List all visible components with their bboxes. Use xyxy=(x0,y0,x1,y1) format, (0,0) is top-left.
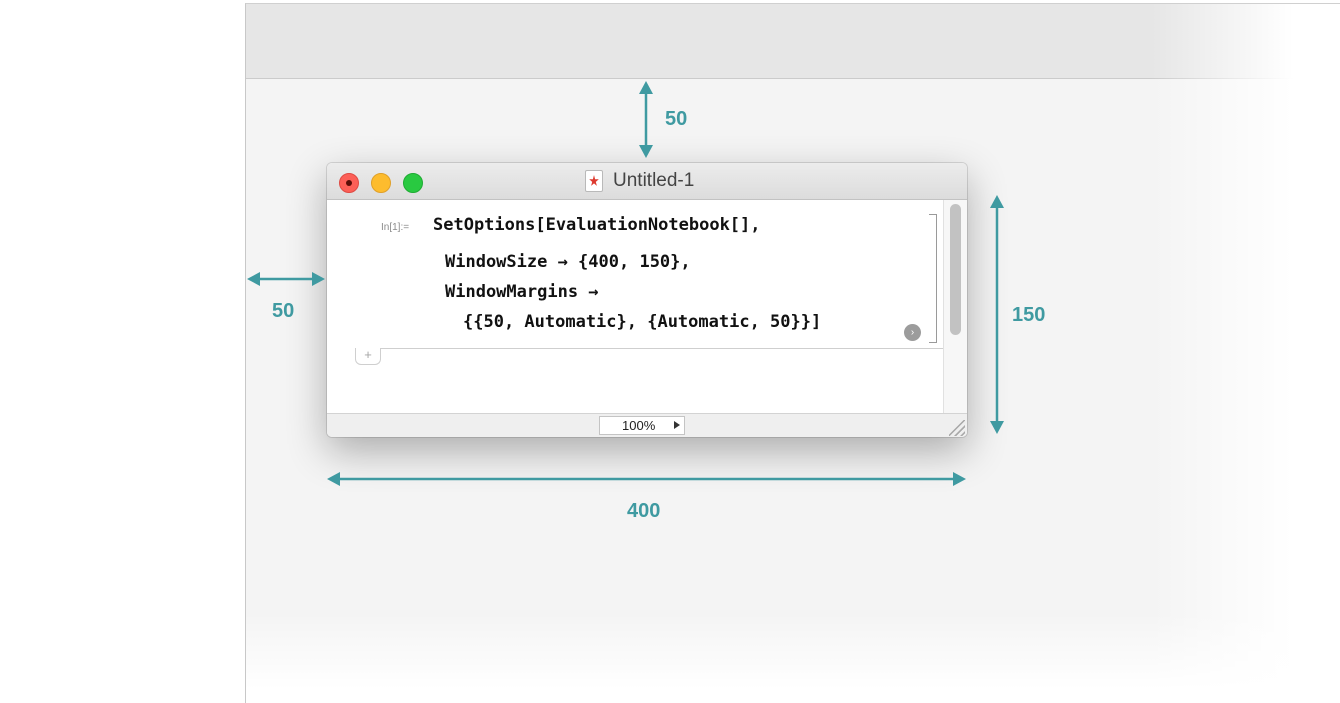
code-line[interactable]: WindowSize → {400, 150}, xyxy=(445,252,691,272)
evaluate-icon[interactable]: › xyxy=(904,324,921,341)
notebook-content[interactable]: In[1]:= SetOptions[EvaluationNotebook[],… xyxy=(327,200,943,413)
left-margin-label: 50 xyxy=(272,300,295,322)
scrollbar-thumb[interactable] xyxy=(950,204,961,335)
status-bar: 100% xyxy=(327,413,967,437)
close-icon[interactable] xyxy=(339,173,359,193)
code-line[interactable]: SetOptions[EvaluationNotebook[], xyxy=(433,215,761,235)
zoom-menu[interactable]: 100% xyxy=(599,416,685,435)
vertical-scrollbar[interactable] xyxy=(943,200,967,413)
window-height-label: 150 xyxy=(1012,304,1046,326)
fade-overlay-bottom xyxy=(246,613,1340,703)
triangle-right-icon xyxy=(674,421,680,429)
window-title: Untitled-1 xyxy=(613,170,695,191)
fade-overlay-right xyxy=(1151,4,1340,703)
resize-grip-icon[interactable] xyxy=(949,420,965,436)
minimize-icon[interactable] xyxy=(371,173,391,193)
input-label: In[1]:= xyxy=(381,222,410,233)
code-line[interactable]: {{50, Automatic}, {Automatic, 50}}] xyxy=(463,312,821,332)
zoom-value: 100% xyxy=(622,418,656,433)
window-title-group: Untitled-1 xyxy=(585,170,694,192)
window-width-label: 400 xyxy=(627,500,661,522)
add-cell-button[interactable]: + xyxy=(355,348,381,365)
zoom-icon[interactable] xyxy=(403,173,423,193)
code-line[interactable]: WindowMargins → xyxy=(445,282,599,302)
cell-bracket[interactable] xyxy=(929,214,937,343)
cell-insertion-line[interactable] xyxy=(381,348,943,349)
notebook-window: Untitled-1 In[1]:= SetOptions[Evaluation… xyxy=(327,163,967,437)
mathematica-document-icon xyxy=(585,170,603,192)
window-titlebar[interactable]: Untitled-1 xyxy=(327,163,967,200)
top-margin-label: 50 xyxy=(665,108,688,130)
